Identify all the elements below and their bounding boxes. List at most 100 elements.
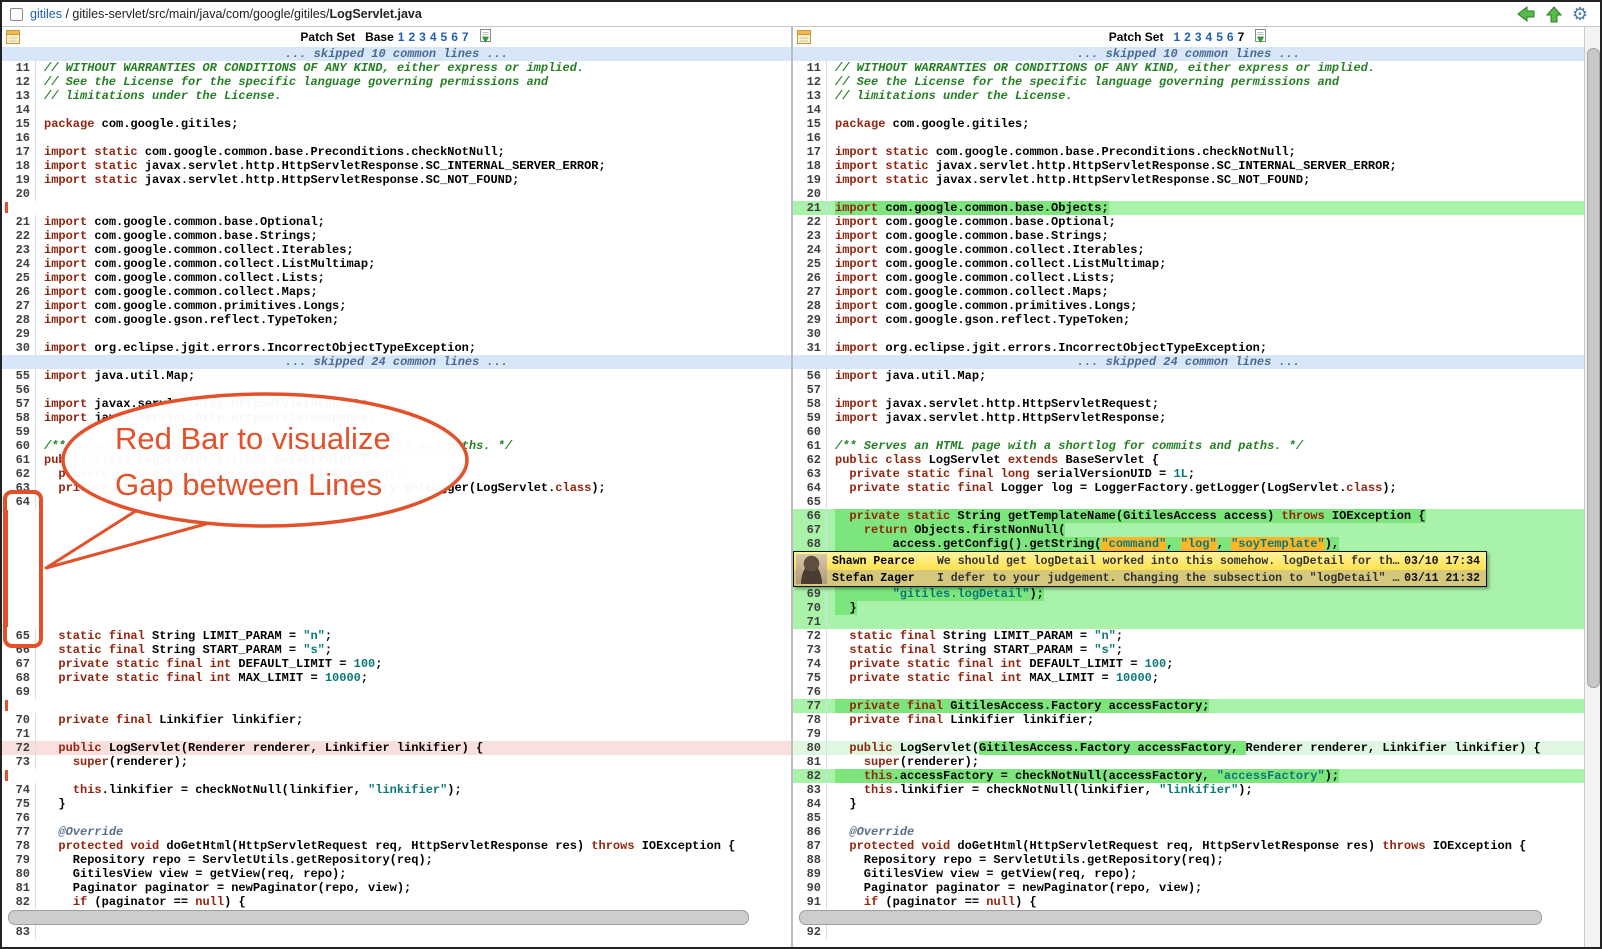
code-line[interactable]: import java.util.Map;: [36, 369, 791, 383]
line-number[interactable]: 17: [793, 145, 827, 159]
line-number[interactable]: 18: [2, 159, 36, 173]
code-line[interactable]: import static javax.servlet.http.HttpSer…: [36, 173, 791, 187]
code-line[interactable]: [827, 383, 1584, 397]
line-number[interactable]: 66: [2, 643, 36, 657]
download-icon[interactable]: [1254, 28, 1268, 47]
line-number[interactable]: 18: [793, 159, 827, 173]
code-line[interactable]: // See the License for the specific lang…: [827, 75, 1584, 89]
line-number[interactable]: 58: [2, 411, 36, 425]
code-line[interactable]: public class LogServlet extends BaseServ…: [36, 453, 791, 467]
code-line[interactable]: import com.google.common.base.Strings;: [36, 229, 791, 243]
line-number[interactable]: 55: [2, 369, 36, 383]
line-number[interactable]: 21: [2, 215, 36, 229]
code-line[interactable]: private static final int DEFAULT_LIMIT =…: [36, 657, 791, 671]
file-browser-icon[interactable]: [797, 30, 811, 47]
code-line[interactable]: import com.google.common.base.Optional;: [827, 215, 1584, 229]
line-number[interactable]: 56: [793, 369, 827, 383]
code-line[interactable]: [827, 685, 1584, 699]
code-line[interactable]: [36, 925, 791, 939]
code-line[interactable]: import com.google.common.collect.Lists;: [36, 271, 791, 285]
line-number[interactable]: 76: [793, 685, 827, 699]
line-number[interactable]: 64: [2, 495, 36, 509]
code-line[interactable]: import static javax.servlet.http.HttpSer…: [827, 159, 1584, 173]
patchset-1[interactable]: 1: [1173, 30, 1180, 44]
line-number[interactable]: 16: [793, 131, 827, 145]
line-number[interactable]: 80: [793, 741, 827, 755]
line-number[interactable]: 31: [793, 341, 827, 355]
code-line[interactable]: public class LogServlet extends BaseServ…: [827, 453, 1584, 467]
code-line[interactable]: import javax.servlet.http.HttpServletReq…: [36, 397, 791, 411]
line-number[interactable]: 19: [2, 173, 36, 187]
code-line[interactable]: }: [36, 797, 791, 811]
line-number[interactable]: 13: [793, 89, 827, 103]
code-line[interactable]: import javax.servlet.http.HttpServletRes…: [827, 411, 1584, 425]
line-number[interactable]: 11: [2, 61, 36, 75]
line-number[interactable]: 79: [793, 727, 827, 741]
line-number[interactable]: 11: [793, 61, 827, 75]
line-number[interactable]: 56: [2, 383, 36, 397]
code-line[interactable]: /** Serves an HTML page with a shortlog …: [827, 439, 1584, 453]
code-line[interactable]: package com.google.gitiles;: [36, 117, 791, 131]
line-number[interactable]: 84: [793, 797, 827, 811]
line-number[interactable]: 85: [793, 811, 827, 825]
code-line[interactable]: super(renderer);: [827, 755, 1584, 769]
line-number[interactable]: 22: [793, 215, 827, 229]
line-number[interactable]: 77: [2, 825, 36, 839]
horizontal-scrollbar-track[interactable]: [2, 909, 791, 925]
line-number[interactable]: 78: [793, 713, 827, 727]
line-number[interactable]: 19: [793, 173, 827, 187]
patchset-5[interactable]: 5: [441, 30, 448, 44]
line-number[interactable]: 70: [2, 713, 36, 727]
patchset-2[interactable]: 2: [1184, 30, 1191, 44]
horizontal-scrollbar-thumb[interactable]: [799, 910, 1542, 925]
patchset-5[interactable]: 5: [1216, 30, 1223, 44]
code-line[interactable]: import static javax.servlet.http.HttpSer…: [36, 159, 791, 173]
line-number[interactable]: 76: [2, 811, 36, 825]
line-number[interactable]: 21: [793, 201, 827, 215]
horizontal-scrollbar-track[interactable]: [793, 909, 1584, 925]
download-icon[interactable]: [479, 28, 493, 47]
code-line[interactable]: @Override: [827, 825, 1584, 839]
line-number[interactable]: 74: [2, 783, 36, 797]
code-line[interactable]: Repository repo = ServletUtils.getReposi…: [36, 853, 791, 867]
line-number[interactable]: 63: [793, 467, 827, 481]
prev-file-arrow-icon[interactable]: [1516, 5, 1536, 23]
code-line[interactable]: [36, 187, 791, 201]
line-number[interactable]: 62: [793, 453, 827, 467]
code-line[interactable]: GitilesView view = getView(req, repo);: [36, 867, 791, 881]
file-browser-icon[interactable]: [6, 30, 20, 47]
code-line[interactable]: import static com.google.common.base.Pre…: [36, 145, 791, 159]
code-line[interactable]: // limitations under the License.: [827, 89, 1584, 103]
code-line[interactable]: if (paginator == null) {: [36, 895, 791, 909]
line-number[interactable]: 68: [2, 671, 36, 685]
line-number[interactable]: 62: [2, 467, 36, 481]
line-number[interactable]: 29: [793, 313, 827, 327]
code-line[interactable]: @Override: [36, 825, 791, 839]
patchset-3[interactable]: 3: [419, 30, 426, 44]
line-number[interactable]: 63: [2, 481, 36, 495]
code-line[interactable]: import com.google.common.collect.Iterabl…: [827, 243, 1584, 257]
code-line[interactable]: // WITHOUT WARRANTIES OR CONDITIONS OF A…: [827, 61, 1584, 75]
line-number[interactable]: 70: [793, 601, 827, 615]
line-number[interactable]: 23: [2, 243, 36, 257]
code-line[interactable]: [36, 727, 791, 741]
line-number[interactable]: 13: [2, 89, 36, 103]
line-number[interactable]: 71: [2, 727, 36, 741]
line-number[interactable]: 25: [793, 257, 827, 271]
inline-comment-box[interactable]: Shawn PearceWe should get logDetail work…: [793, 551, 1487, 587]
skipped-lines-banner[interactable]: ... skipped 24 common lines ...: [793, 355, 1584, 369]
code-line[interactable]: protected void doGetHtml(HttpServletRequ…: [827, 839, 1584, 853]
code-line[interactable]: import com.google.common.base.Optional;: [36, 215, 791, 229]
line-number[interactable]: 90: [793, 881, 827, 895]
code-line[interactable]: [36, 103, 791, 117]
code-line[interactable]: import com.google.common.primitives.Long…: [36, 299, 791, 313]
code-line[interactable]: protected void doGetHtml(HttpServletRequ…: [36, 839, 791, 853]
line-number[interactable]: 65: [2, 629, 36, 643]
comment-row[interactable]: Stefan ZagerI defer to your judgement. C…: [794, 570, 1486, 586]
code-line[interactable]: private static final int MAX_LIMIT = 100…: [827, 671, 1584, 685]
code-line[interactable]: }: [827, 601, 1584, 615]
line-number[interactable]: 23: [793, 229, 827, 243]
line-number[interactable]: 71: [793, 615, 827, 629]
vertical-scrollbar-thumb[interactable]: [1587, 48, 1600, 688]
code-line[interactable]: access.getConfig().getString("command", …: [827, 537, 1584, 551]
